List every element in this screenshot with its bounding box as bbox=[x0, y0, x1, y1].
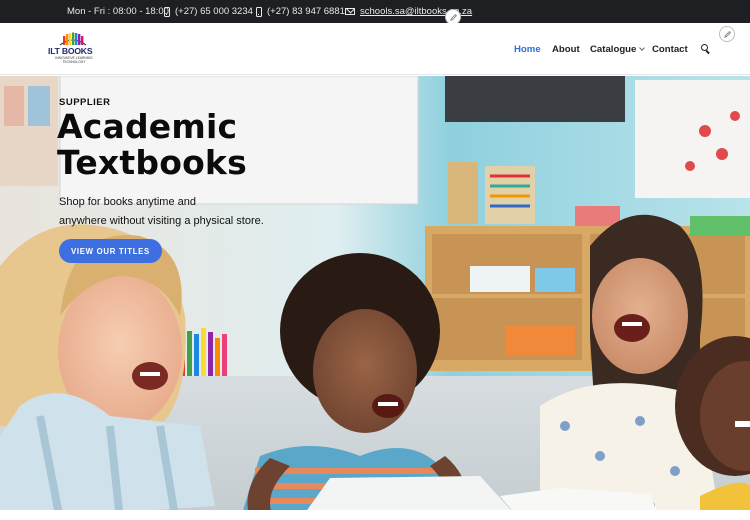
business-hours: Mon - Fri : 08:00 - 18:00 bbox=[67, 0, 169, 23]
search-icon[interactable] bbox=[701, 44, 710, 55]
hero-headline-line2: Textbooks bbox=[57, 143, 247, 182]
chevron-down-icon bbox=[639, 45, 646, 51]
nav-home-label: Home bbox=[514, 43, 541, 55]
logo-title: ILT BOOKS bbox=[48, 46, 93, 56]
hero-subtext: Shop for books anytime and anywhere with… bbox=[59, 193, 289, 231]
hero-headline: Academic Textbooks bbox=[57, 109, 247, 181]
nav-about-label: About bbox=[552, 43, 580, 55]
phone-icon bbox=[164, 6, 170, 17]
hero-banner: SUPPLIER Academic Textbooks Shop for boo… bbox=[0, 76, 750, 520]
business-hours-text: Mon - Fri : 08:00 - 18:00 bbox=[67, 6, 169, 17]
nav-home[interactable]: Home bbox=[514, 23, 541, 75]
nav-catalogue[interactable]: Catalogue bbox=[590, 23, 646, 75]
phone-secondary[interactable]: (+27) 83 947 6881 bbox=[256, 0, 345, 23]
nav-contact-label: Contact bbox=[652, 43, 688, 55]
nav-about[interactable]: About bbox=[552, 23, 580, 75]
site-header: ILT BOOKS INNOVATIVE LEARNING TECHNOLOGY… bbox=[0, 23, 750, 75]
hero-subtext-line1: Shop for books anytime and bbox=[59, 196, 196, 208]
site-logo[interactable]: ILT BOOKS INNOVATIVE LEARNING TECHNOLOGY bbox=[48, 31, 98, 67]
phone-primary[interactable]: (+27) 65 000 3234 bbox=[164, 0, 253, 23]
hero-subtext-line2: anywhere without visiting a physical sto… bbox=[59, 215, 264, 227]
logo-tagline: INNOVATIVE LEARNING TECHNOLOGY bbox=[55, 56, 93, 64]
hero-content: SUPPLIER Academic Textbooks Shop for boo… bbox=[0, 76, 750, 520]
phone-secondary-text: (+27) 83 947 6881 bbox=[267, 6, 345, 17]
view-our-titles-button[interactable]: VIEW OUR TITLES bbox=[59, 239, 162, 263]
top-info-bar: Mon - Fri : 08:00 - 18:00 (+27) 65 000 3… bbox=[0, 0, 750, 25]
books-logo-icon bbox=[59, 32, 87, 46]
phone-primary-text: (+27) 65 000 3234 bbox=[175, 6, 253, 17]
nav-catalogue-label: Catalogue bbox=[590, 43, 637, 55]
edit-pencil-icon-header[interactable] bbox=[719, 26, 735, 42]
mobile-icon bbox=[256, 6, 262, 17]
page-bottom-strip bbox=[0, 510, 750, 520]
mail-icon bbox=[345, 8, 355, 15]
hero-headline-line1: Academic bbox=[57, 107, 238, 146]
nav-contact[interactable]: Contact bbox=[652, 23, 688, 75]
